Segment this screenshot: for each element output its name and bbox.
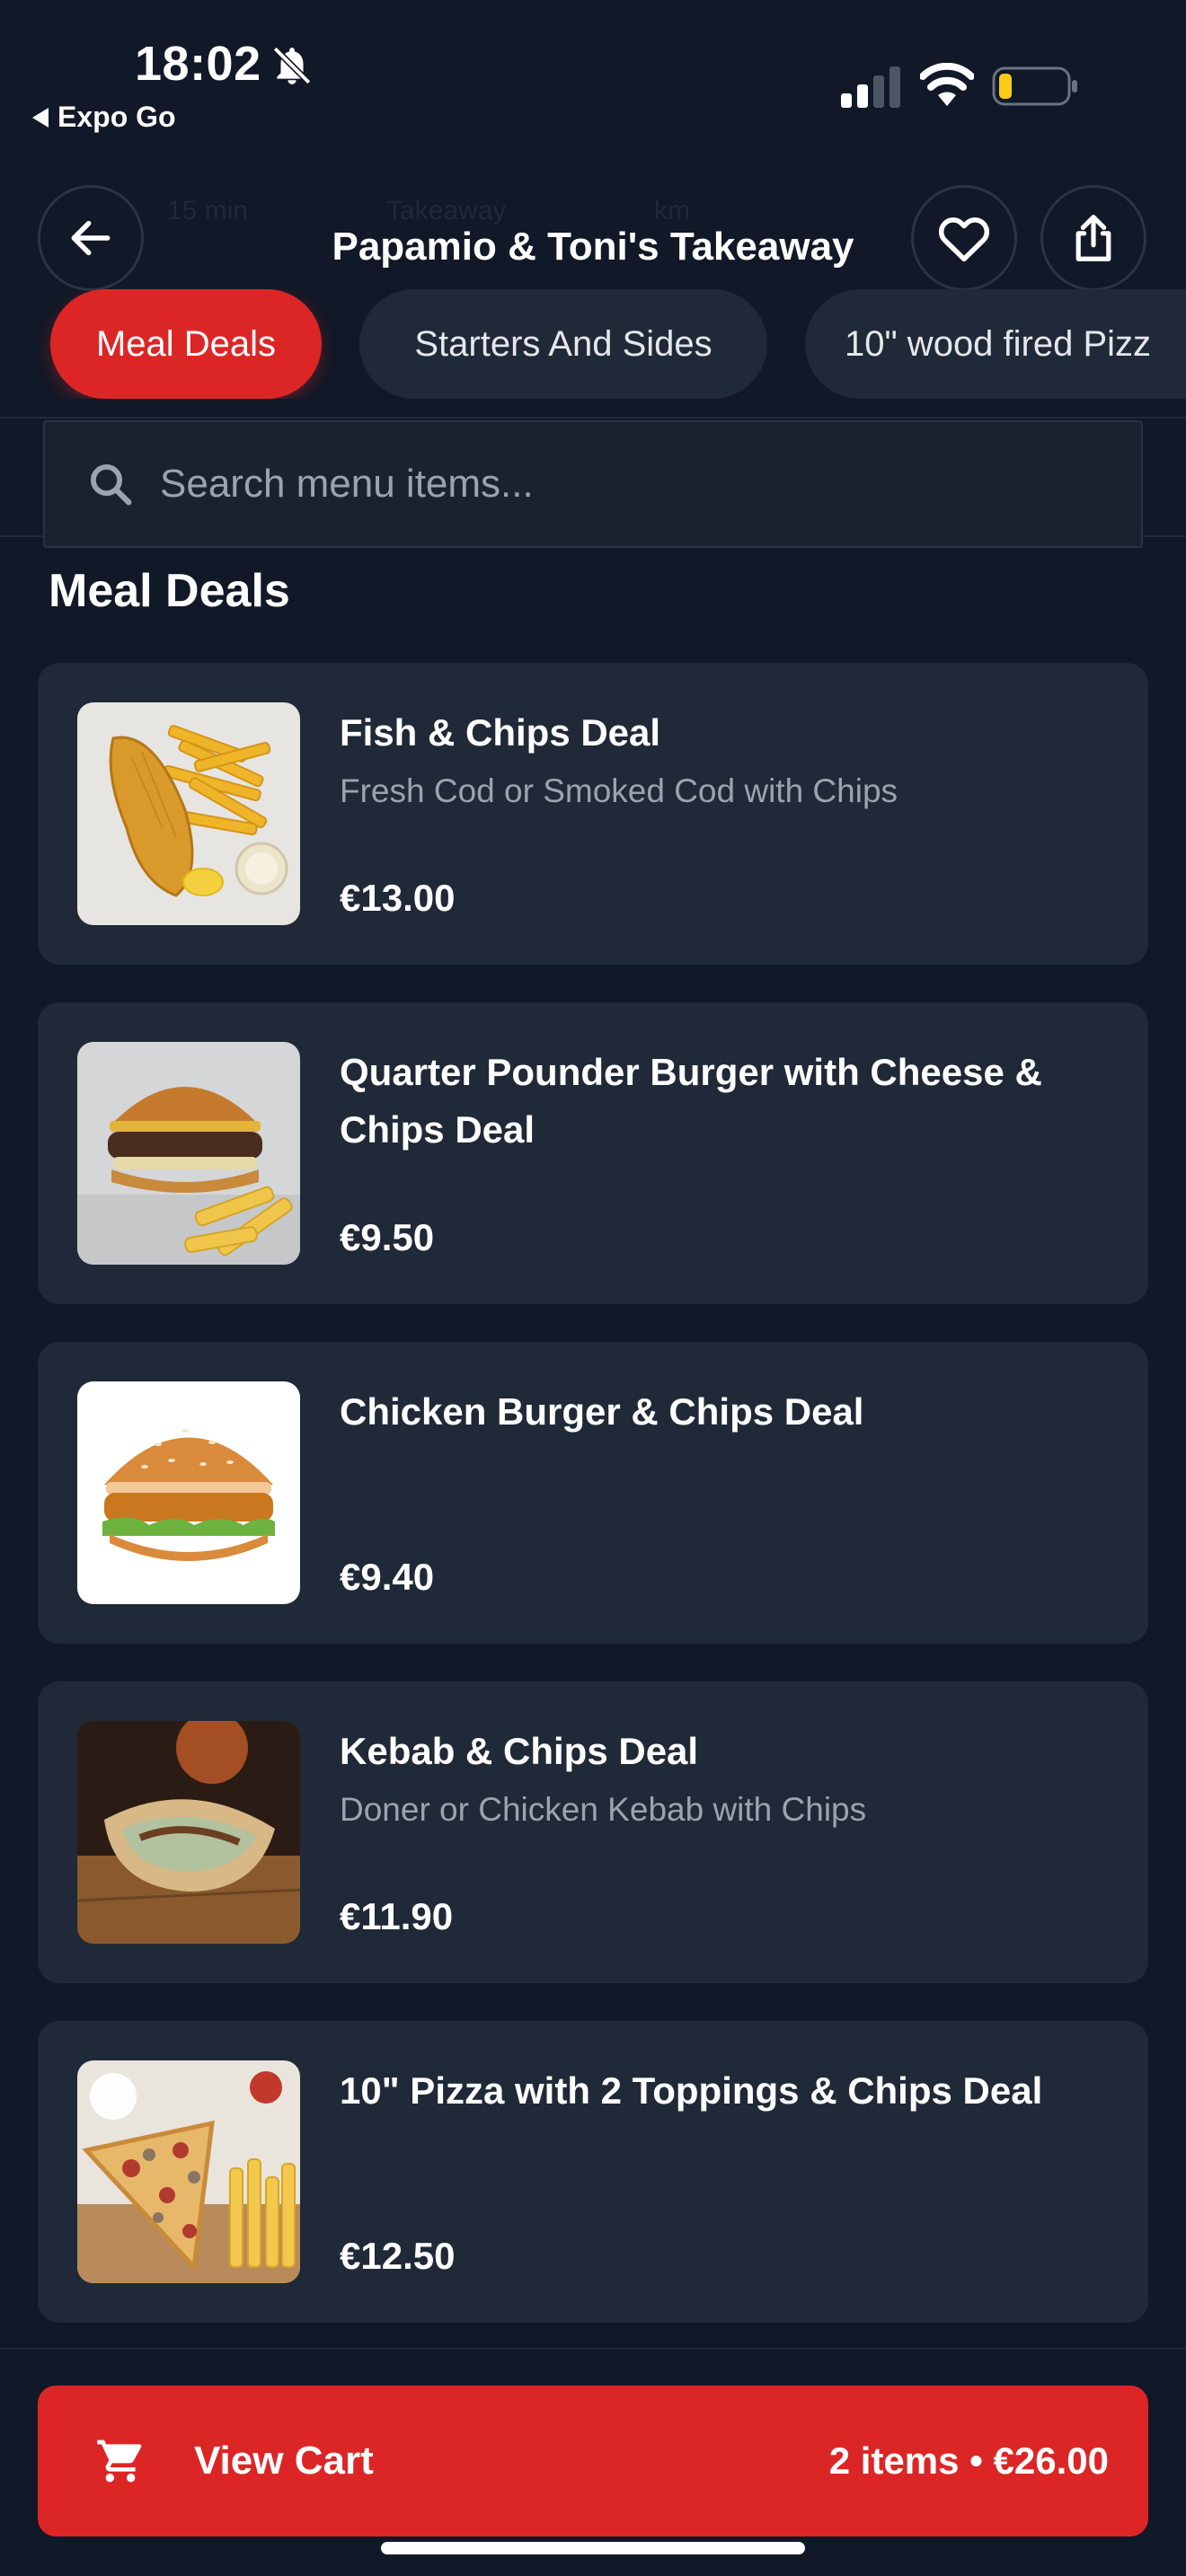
- tabs-divider: [0, 417, 1186, 419]
- item-price: €9.50: [340, 1216, 435, 1258]
- chicken-burger-image: [77, 1381, 300, 1604]
- kebab-image: [77, 1721, 300, 1944]
- item-price: €13.00: [340, 877, 456, 919]
- menu-item-card[interactable]: Quarter Pounder Burger with Cheese & Chi…: [38, 1002, 1148, 1304]
- tab-wood-fired-pizza[interactable]: 10" wood fired Pizz: [805, 289, 1186, 399]
- back-to-expo-go[interactable]: Expo Go: [32, 101, 176, 134]
- section-title: Meal Deals: [49, 565, 290, 617]
- delivery-time-ghost: 15 min: [167, 196, 249, 225]
- menu-item-card[interactable]: Fish & Chips Deal Fresh Cod or Smoked Co…: [38, 663, 1148, 965]
- share-button[interactable]: [1040, 185, 1146, 291]
- item-price: €12.50: [340, 2235, 456, 2277]
- cart-icon: [97, 2439, 142, 2483]
- category-tabs: Meal Deals Starters And Sides 10" wood f…: [0, 289, 1186, 399]
- menu-item-card[interactable]: Chicken Burger & Chips Deal €9.40: [38, 1342, 1148, 1644]
- home-indicator[interactable]: [381, 2542, 805, 2554]
- item-name: Chicken Burger & Chips Deal: [340, 1390, 864, 1433]
- signal-icon: [841, 66, 900, 108]
- menu-item-card[interactable]: Kebab & Chips Deal Doner or Chicken Keba…: [38, 1681, 1148, 1983]
- status-bar: 18:02 Expo Go: [0, 0, 1186, 144]
- item-name: Quarter Pounder Burger with Cheese & Chi…: [340, 1051, 1042, 1151]
- item-name: Fish & Chips Deal: [340, 711, 661, 754]
- item-price: €9.40: [340, 1556, 435, 1598]
- item-name: 10" Pizza with 2 Toppings & Chips Deal: [340, 2069, 1043, 2112]
- search-icon: [90, 463, 132, 506]
- order-type-ghost: Takeaway: [386, 196, 507, 225]
- burger-with-chips-image: [77, 1042, 300, 1265]
- wifi-icon: [920, 63, 974, 106]
- search-bar[interactable]: [43, 420, 1143, 548]
- distance-ghost: km: [654, 196, 690, 225]
- back-triangle-icon: [32, 107, 49, 128]
- status-time: 18:02: [135, 37, 261, 91]
- favorite-button[interactable]: [911, 185, 1017, 291]
- pizza-slice-with-chips-image: [77, 2060, 300, 2283]
- tab-starters-and-sides[interactable]: Starters And Sides: [359, 289, 767, 399]
- fish-and-chips-image: [77, 702, 300, 925]
- cart-summary: 2 items • €26.00: [828, 2439, 1109, 2482]
- heart-icon: [939, 217, 989, 262]
- cart-divider: [0, 2348, 1186, 2350]
- battery-icon: [992, 66, 1077, 106]
- item-description: Doner or Chicken Kebab with Chips: [340, 1791, 867, 1828]
- cart-label: View Cart: [194, 2439, 374, 2483]
- item-name: Kebab & Chips Deal: [340, 1730, 699, 1772]
- share-icon: [1075, 215, 1111, 261]
- back-app-label: Expo Go: [58, 101, 176, 133]
- item-description: Fresh Cod or Smoked Cod with Chips: [340, 772, 898, 809]
- tab-meal-deals[interactable]: Meal Deals: [50, 289, 322, 399]
- item-price: €11.90: [340, 1895, 454, 1937]
- bell-off-icon: [272, 46, 312, 85]
- search-input[interactable]: [160, 462, 1058, 507]
- menu-item-card[interactable]: 10" Pizza with 2 Toppings & Chips Deal €…: [38, 2021, 1148, 2323]
- view-cart-button[interactable]: View Cart 2 items • €26.00: [38, 2386, 1148, 2536]
